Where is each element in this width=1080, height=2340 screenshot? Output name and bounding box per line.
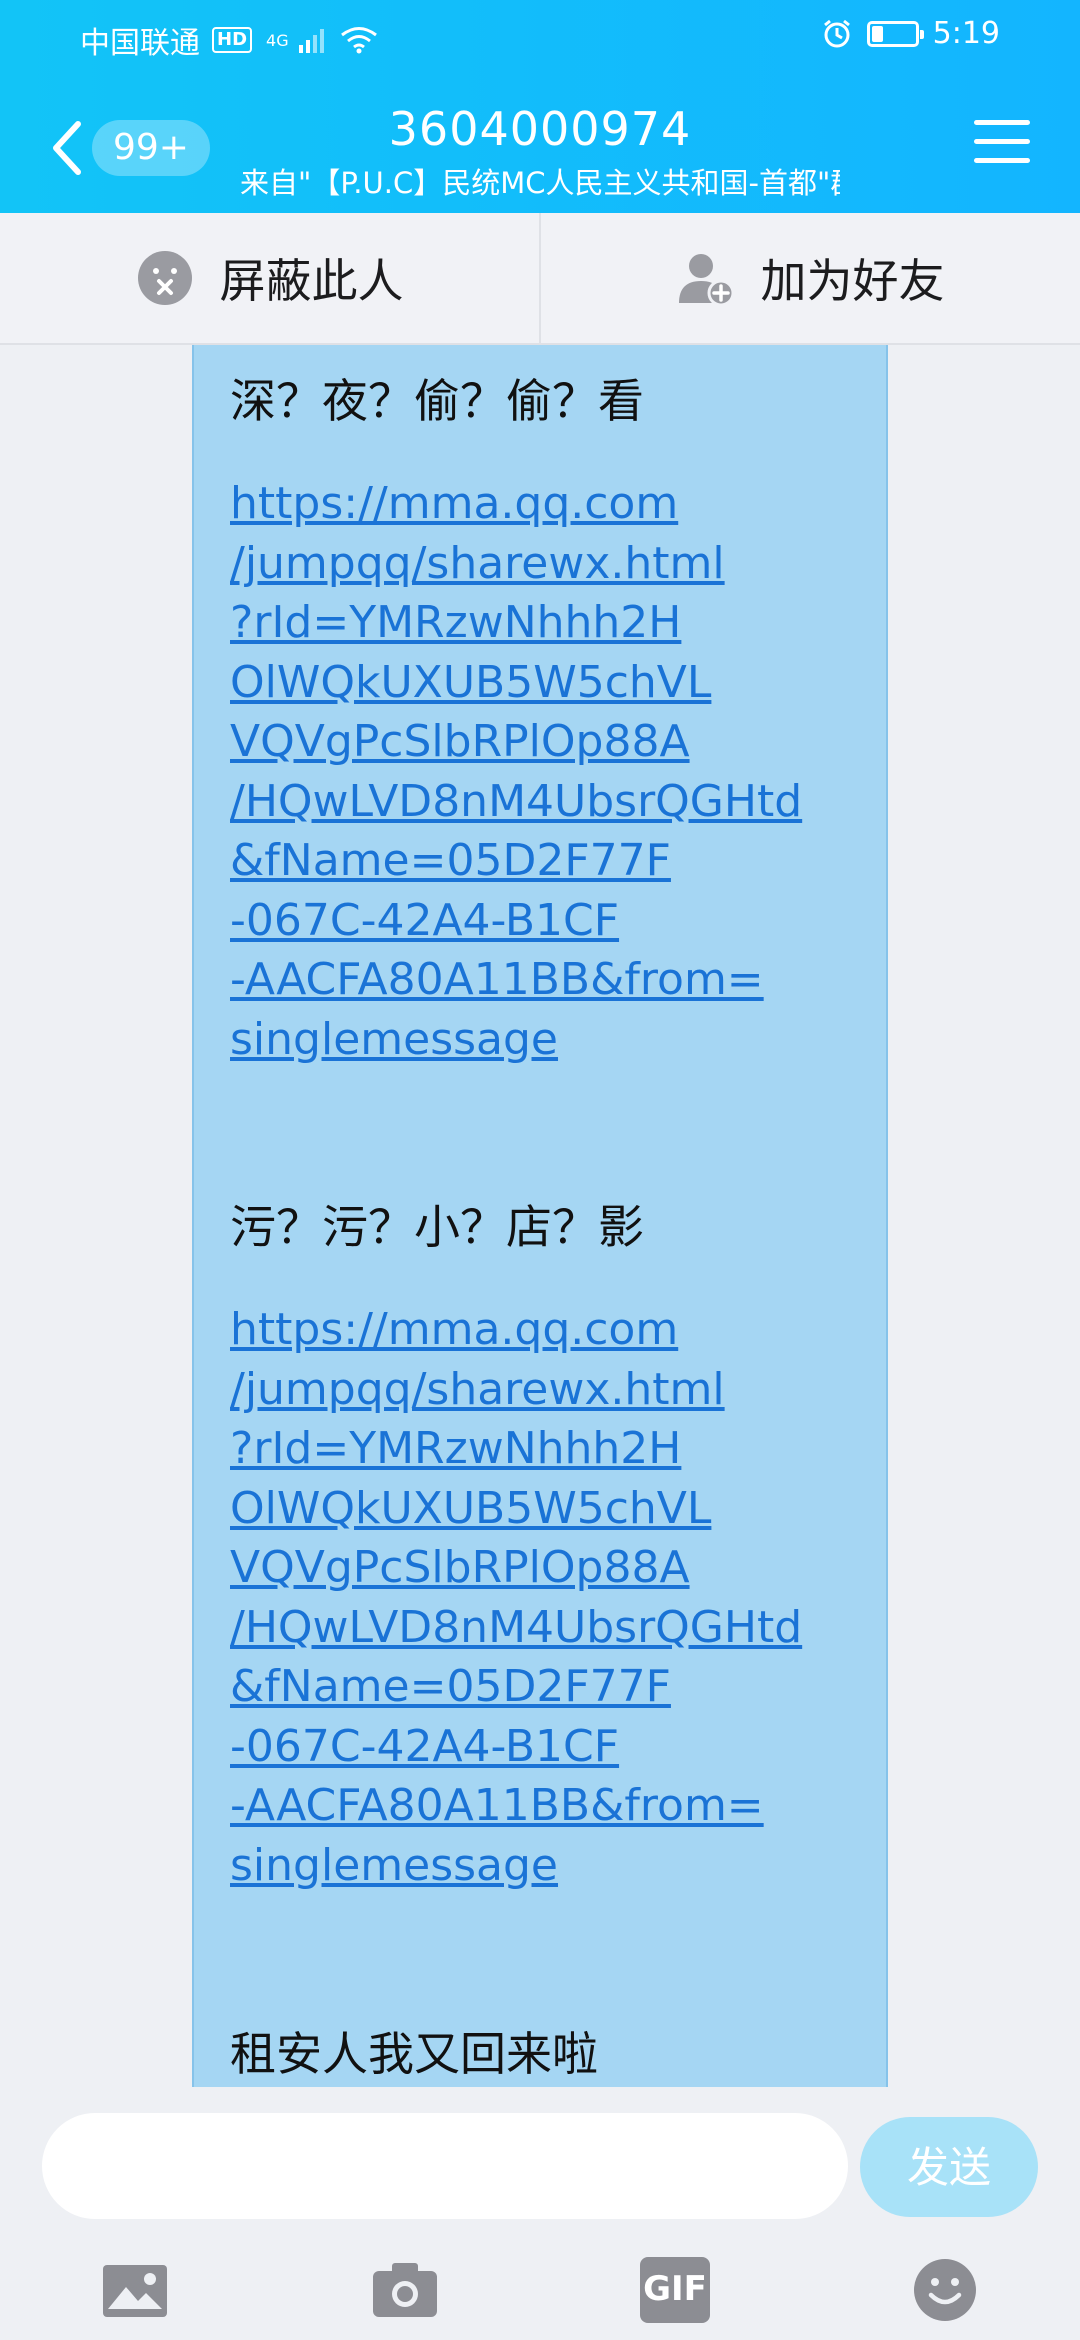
chat-message-area[interactable]: 深？夜？偷？偷？看 https://mma.qq.com/jumpqq/shar…	[0, 345, 1080, 2087]
message-text-line: 污？污？小？店？影	[230, 1200, 644, 1254]
link-line: https://mma.qq.com	[230, 1304, 679, 1355]
link-line: /HQwLVD8nM4UbsrQGHtd	[230, 775, 803, 827]
status-bar: 中国联通 HD 4G 5:19	[0, 0, 1080, 72]
hd-badge: HD	[212, 27, 253, 53]
link-line: /HQwLVD8nM4UbsrQGHtd	[230, 1601, 803, 1653]
link-line: -AACFA80A11BB&from=	[230, 1780, 764, 1831]
link-line: /jumpqq/sharewx.html	[230, 1363, 725, 1415]
chat-header: 中国联通 HD 4G 5:19 99+ 3604000974 来自"【P.U.C…	[0, 0, 1080, 213]
carrier-label: 中国联通	[80, 26, 200, 61]
link-line: OlWQkUXUB5W5chVL	[230, 1482, 712, 1534]
link-line: -067C-42A4-B1CF	[230, 894, 620, 946]
message-input[interactable]	[42, 2113, 848, 2219]
image-icon[interactable]	[100, 2257, 170, 2323]
link-line: VQVgPcSlbRPlOp88A	[230, 716, 690, 767]
signal-icon	[298, 27, 324, 53]
link-line: ?rId=YMRzwNhhh2H	[230, 1423, 682, 1474]
menu-icon[interactable]	[974, 120, 1030, 170]
chat-title: 3604000974	[388, 102, 692, 156]
block-user-button[interactable]: 屏蔽此人	[0, 213, 539, 343]
gif-icon[interactable]: GIF	[640, 2257, 710, 2323]
message-text-line: 租安人我又回来啦	[230, 2027, 598, 2081]
block-face-icon	[137, 251, 192, 305]
link-line: OlWQkUXUB5W5chVL	[230, 656, 712, 708]
send-button[interactable]: 发送	[860, 2117, 1038, 2217]
alarm-icon	[823, 19, 850, 47]
chat-subtitle: 来自"【P.U.C】民统MC人民主义共和国-首都"群	[240, 166, 840, 200]
link-line: /jumpqq/sharewx.html	[230, 537, 725, 589]
link-line: &fName=05D2F77F	[230, 835, 671, 886]
link-line: -AACFA80A11BB&from=	[230, 954, 764, 1005]
link-line: https://mma.qq.com	[230, 478, 679, 529]
input-bar: 发送 GIF	[0, 2087, 1080, 2340]
link-line: -067C-42A4-B1CF	[230, 1720, 620, 1772]
message-text-line: 深？夜？偷？偷？看	[230, 374, 644, 428]
add-friend-label: 加为好友	[760, 254, 945, 308]
link-line: singlemessage	[230, 1839, 559, 1891]
battery-icon	[866, 20, 924, 47]
message-link[interactable]: https://mma.qq.com/jumpqq/sharewx.html ?r…	[230, 1300, 802, 1895]
add-friend-button[interactable]: 加为好友	[541, 213, 1080, 343]
block-user-label: 屏蔽此人	[219, 254, 404, 308]
message-bubble[interactable]: 深？夜？偷？偷？看 https://mma.qq.com/jumpqq/shar…	[192, 345, 888, 2087]
camera-icon[interactable]	[370, 2257, 440, 2323]
emoji-icon[interactable]	[910, 2257, 980, 2323]
message-link[interactable]: https://mma.qq.com/jumpqq/sharewx.html ?r…	[230, 474, 802, 1069]
add-friend-icon	[678, 254, 734, 307]
link-line: singlemessage	[230, 1013, 559, 1065]
link-line: &fName=05D2F77F	[230, 1661, 671, 1712]
link-line: VQVgPcSlbRPlOp88A	[230, 1542, 690, 1593]
stranger-action-bar: 屏蔽此人 加为好友	[0, 213, 1080, 345]
link-line: ?rId=YMRzwNhhh2H	[230, 597, 682, 648]
wifi-icon	[340, 27, 377, 54]
clock-time: 5:19	[932, 16, 1000, 51]
nav-bar: 99+ 3604000974 来自"【P.U.C】民统MC人民主义共和国-首都"…	[0, 90, 1080, 210]
input-toolbar: GIF	[0, 2247, 1080, 2337]
network-type: 4G	[266, 30, 289, 50]
